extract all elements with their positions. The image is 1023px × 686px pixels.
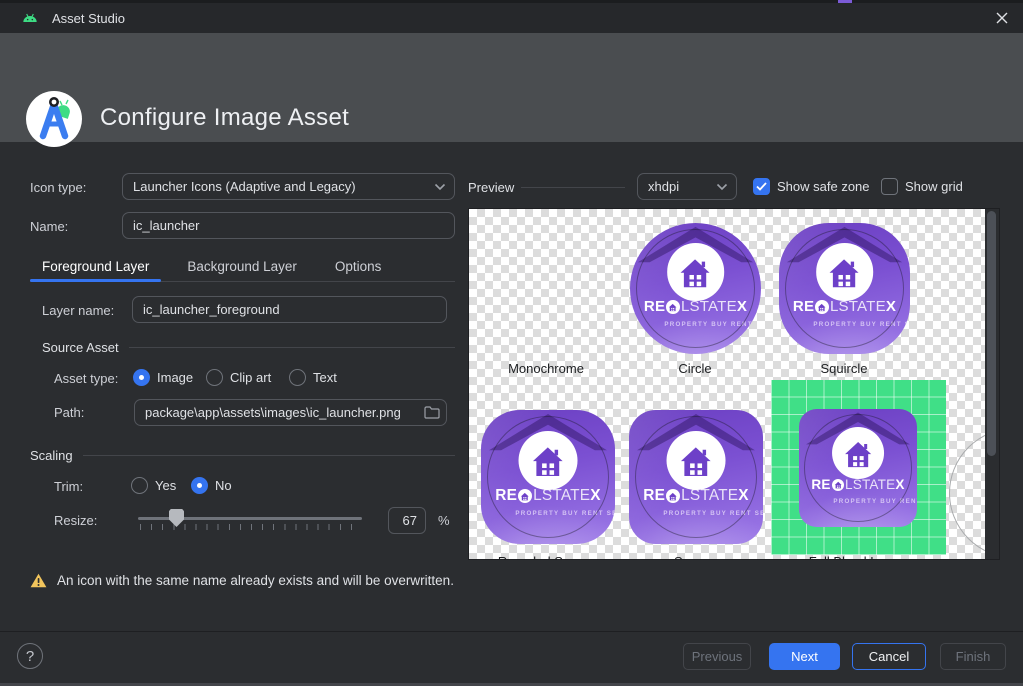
preview-label-full-bleed: Full Bleed Layers — [809, 554, 909, 560]
radio-icon — [131, 477, 148, 494]
cancel-button[interactable]: Cancel — [852, 643, 926, 670]
preview-full-bleed: RELSTATEX PROPERTY BUY RENT SELL — [799, 409, 917, 527]
icon-type-select[interactable]: Launcher Icons (Adaptive and Legacy) — [122, 173, 455, 200]
radio-icon — [289, 369, 306, 386]
preview-square: RELSTATEX PROPERTY BUY RENT SELL — [629, 410, 763, 544]
safe-zone-circle — [636, 229, 755, 348]
preview-panel: Monochrome RELSTATEX PROPERTY BUY RENT S… — [468, 208, 1000, 560]
path-label: Path: — [54, 405, 84, 420]
warning-message: An icon with the same name already exist… — [30, 573, 454, 588]
icon-type-value: Launcher Icons (Adaptive and Legacy) — [133, 179, 434, 194]
warning-text: An icon with the same name already exist… — [57, 573, 454, 588]
slider-ticks — [140, 524, 362, 530]
chevron-down-icon — [716, 183, 728, 191]
section-divider — [83, 455, 455, 456]
warning-icon — [30, 573, 47, 588]
preview-label-circle: Circle — [678, 361, 711, 376]
scaling-section: Scaling — [30, 448, 455, 463]
section-divider — [129, 347, 455, 348]
launcher-logo: RELSTATEX PROPERTY BUY RENT SELL — [629, 410, 763, 544]
radio-icon — [206, 369, 223, 386]
titlebar: Asset Studio — [0, 3, 1023, 33]
asset-type-text-radio[interactable]: Text — [289, 369, 337, 386]
trim-no-radio[interactable]: No — [191, 477, 232, 494]
asset-type-image-radio[interactable]: Image — [133, 369, 193, 386]
tab-options[interactable]: Options — [323, 255, 394, 281]
page-title: Configure Image Asset — [100, 104, 349, 132]
layer-name-input[interactable] — [132, 296, 447, 323]
density-select[interactable]: xhdpi — [637, 173, 737, 200]
resize-slider[interactable] — [138, 508, 362, 532]
density-value: xhdpi — [648, 179, 716, 194]
preview-title: Preview — [468, 180, 514, 195]
checkbox-icon — [881, 178, 898, 195]
preview-label-square: Square — [674, 554, 716, 560]
preview-squircle: RELSTATEX PROPERTY BUY RENT SELL — [779, 223, 910, 354]
chevron-down-icon — [434, 183, 446, 191]
help-icon[interactable]: ? — [17, 643, 43, 669]
checkbox-checked-icon — [753, 178, 770, 195]
radio-checked-icon — [191, 477, 208, 494]
scaling-title: Scaling — [30, 448, 73, 463]
preview-scrollbar-thumb[interactable] — [987, 211, 996, 456]
preview-label-squircle: Squircle — [821, 361, 868, 376]
name-input[interactable] — [122, 212, 455, 239]
show-safe-zone-checkbox[interactable]: Show safe zone — [753, 178, 870, 195]
safe-zone-circle — [487, 416, 609, 538]
trim-yes-radio[interactable]: Yes — [131, 477, 176, 494]
preview-label-rounded-square: Rounded Square — [498, 554, 596, 560]
android-studio-logo-icon — [26, 91, 82, 147]
launcher-logo: RELSTATEX PROPERTY BUY RENT SELL — [779, 223, 910, 354]
launcher-logo: RELSTATEX PROPERTY BUY RENT SELL — [481, 410, 615, 544]
preview-title-line — [521, 187, 625, 188]
layer-name-label: Layer name: — [42, 303, 114, 318]
tab-background-layer[interactable]: Background Layer — [175, 255, 309, 281]
icon-type-label: Icon type: — [30, 180, 86, 195]
safe-zone-circle — [635, 416, 757, 538]
tab-foreground-layer[interactable]: Foreground Layer — [30, 255, 161, 281]
launcher-logo: RELSTATEX PROPERTY BUY RENT SELL — [630, 223, 761, 354]
asset-studio-dialog: Asset Studio Configure Image Asset Icon … — [0, 0, 1023, 686]
asset-type-label: Asset type: — [54, 371, 118, 386]
show-grid-checkbox[interactable]: Show grid — [881, 178, 963, 195]
name-label: Name: — [30, 219, 68, 234]
close-icon[interactable] — [989, 5, 1015, 31]
folder-icon[interactable] — [424, 406, 440, 419]
asset-type-clipart-radio[interactable]: Clip art — [206, 369, 271, 386]
preview-circle: RELSTATEX PROPERTY BUY RENT SELL — [630, 223, 761, 354]
previous-button: Previous — [683, 643, 751, 670]
dialog-header: Configure Image Asset — [0, 33, 1023, 142]
preview-rounded-square: RELSTATEX PROPERTY BUY RENT SELL — [481, 410, 615, 544]
resize-label: Resize: — [54, 513, 97, 528]
safe-zone-circle — [804, 414, 911, 521]
safe-zone-circle — [785, 229, 904, 348]
preview-full-bleed-background: RELSTATEX PROPERTY BUY RENT SELL — [771, 380, 946, 555]
path-input[interactable] — [134, 399, 447, 426]
preview-label-monochrome: Monochrome — [508, 361, 584, 376]
preview-scrollbar[interactable] — [985, 209, 999, 559]
source-asset-section: Source Asset — [42, 340, 455, 355]
finish-button: Finish — [940, 643, 1006, 670]
trim-label: Trim: — [54, 479, 83, 494]
android-icon — [22, 11, 38, 25]
radio-checked-icon — [133, 369, 150, 386]
resize-value-input[interactable] — [388, 507, 426, 534]
window-title: Asset Studio — [52, 11, 125, 26]
resize-unit-label: % — [438, 513, 450, 528]
launcher-logo: RELSTATEX PROPERTY BUY RENT SELL — [799, 409, 917, 527]
source-asset-title: Source Asset — [42, 340, 119, 355]
layer-tabs: Foreground Layer Background Layer Option… — [30, 255, 455, 282]
next-button[interactable]: Next — [769, 643, 840, 670]
